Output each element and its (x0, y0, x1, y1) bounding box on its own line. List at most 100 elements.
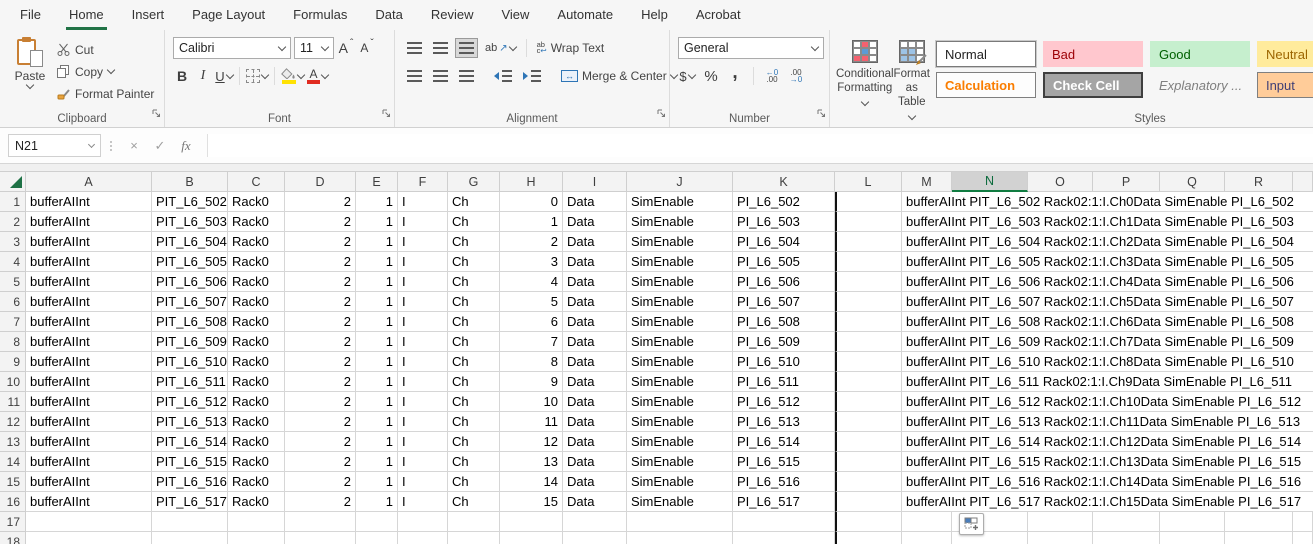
cell-m4[interactable]: bufferAIInt PIT_L6_505 Rack02:1:I.Ch3Dat… (902, 252, 1313, 272)
cancel-icon[interactable]: × (121, 138, 147, 153)
cell-a3[interactable]: bufferAIInt (26, 232, 152, 252)
cell-j6[interactable]: SimEnable (627, 292, 733, 312)
cell-g15[interactable]: Ch (448, 472, 500, 492)
paste-options-icon[interactable] (959, 513, 984, 535)
cell-e14[interactable]: 1 (356, 452, 398, 472)
cell-f5[interactable]: I (398, 272, 448, 292)
cell-g17[interactable] (448, 512, 500, 532)
font-color-button[interactable]: A (307, 66, 330, 86)
cell-a4[interactable]: bufferAIInt (26, 252, 152, 272)
copy-button[interactable]: Copy (54, 62, 157, 81)
cell-j16[interactable]: SimEnable (627, 492, 733, 512)
increase-decimal-button[interactable]: ←0.00 (763, 66, 781, 86)
cell-b11[interactable]: PIT_L6_512 (152, 392, 228, 412)
row-header-3[interactable]: 3 (0, 232, 26, 252)
cell-b9[interactable]: PIT_L6_510 (152, 352, 228, 372)
cell-g2[interactable]: Ch (448, 212, 500, 232)
cell-j10[interactable]: SimEnable (627, 372, 733, 392)
cell-i5[interactable]: Data (563, 272, 627, 292)
cell-c4[interactable]: Rack0 (228, 252, 285, 272)
cell-h1[interactable]: 0 (500, 192, 563, 212)
cell-a6[interactable]: bufferAIInt (26, 292, 152, 312)
cell-i18[interactable] (563, 532, 627, 544)
tab-view[interactable]: View (487, 0, 543, 30)
cell-c9[interactable]: Rack0 (228, 352, 285, 372)
row-header-5[interactable]: 5 (0, 272, 26, 292)
style-bad[interactable]: Bad (1042, 41, 1143, 67)
cell-j13[interactable]: SimEnable (627, 432, 733, 452)
grow-font-button[interactable]: Aˆ (337, 38, 355, 58)
cell-k11[interactable]: PI_L6_512 (733, 392, 835, 412)
cell-h15[interactable]: 14 (500, 472, 563, 492)
cell-e10[interactable]: 1 (356, 372, 398, 392)
cell-a13[interactable]: bufferAIInt (26, 432, 152, 452)
row-header-4[interactable]: 4 (0, 252, 26, 272)
cell-h14[interactable]: 13 (500, 452, 563, 472)
cell-c5[interactable]: Rack0 (228, 272, 285, 292)
cell-l17[interactable] (835, 512, 902, 532)
cell-e11[interactable]: 1 (356, 392, 398, 412)
cell-a2[interactable]: bufferAIInt (26, 212, 152, 232)
tab-home[interactable]: Home (55, 0, 118, 30)
style-normal[interactable]: Normal (935, 41, 1036, 67)
cell-g12[interactable]: Ch (448, 412, 500, 432)
cell-e17[interactable] (356, 512, 398, 532)
cell-l2[interactable] (835, 212, 902, 232)
cell-i7[interactable]: Data (563, 312, 627, 332)
cell-b15[interactable]: PIT_L6_516 (152, 472, 228, 492)
style-neutral[interactable]: Neutral (1256, 41, 1313, 67)
cell-f12[interactable]: I (398, 412, 448, 432)
cell-j9[interactable]: SimEnable (627, 352, 733, 372)
cell-f6[interactable]: I (398, 292, 448, 312)
cell-e6[interactable]: 1 (356, 292, 398, 312)
column-header-i[interactable]: I (563, 172, 627, 192)
cell-d1[interactable]: 2 (285, 192, 356, 212)
cell-b17[interactable] (152, 512, 228, 532)
style-input[interactable]: Input (1256, 72, 1313, 98)
row-header-12[interactable]: 12 (0, 412, 26, 432)
cell-f7[interactable]: I (398, 312, 448, 332)
cell-e16[interactable]: 1 (356, 492, 398, 512)
cell-b14[interactable]: PIT_L6_515 (152, 452, 228, 472)
fill-color-button[interactable] (281, 66, 306, 86)
cell-g14[interactable]: Ch (448, 452, 500, 472)
cell-l7[interactable] (835, 312, 902, 332)
cell-d6[interactable]: 2 (285, 292, 356, 312)
row-header-7[interactable]: 7 (0, 312, 26, 332)
row-header-8[interactable]: 8 (0, 332, 26, 352)
cell-i11[interactable]: Data (563, 392, 627, 412)
enter-icon[interactable]: ✓ (147, 138, 173, 154)
cell-l10[interactable] (835, 372, 902, 392)
cell-f10[interactable]: I (398, 372, 448, 392)
cell-c2[interactable]: Rack0 (228, 212, 285, 232)
column-header-a[interactable]: A (26, 172, 152, 192)
font-size-combobox[interactable]: 11 (294, 37, 334, 59)
cell-g1[interactable]: Ch (448, 192, 500, 212)
name-box[interactable]: N21 (8, 134, 101, 157)
cell-e13[interactable]: 1 (356, 432, 398, 452)
cell-m12[interactable]: bufferAIInt PIT_L6_513 Rack02:1:I.Ch11Da… (902, 412, 1313, 432)
cell-k10[interactable]: PI_L6_511 (733, 372, 835, 392)
cell-c6[interactable]: Rack0 (228, 292, 285, 312)
cell-k1[interactable]: PI_L6_502 (733, 192, 835, 212)
cell-m10[interactable]: bufferAIInt PIT_L6_511 Rack02:1:I.Ch9Dat… (902, 372, 1313, 392)
cell-l12[interactable] (835, 412, 902, 432)
cell-g3[interactable]: Ch (448, 232, 500, 252)
cell-l11[interactable] (835, 392, 902, 412)
cell-i17[interactable] (563, 512, 627, 532)
cell-h8[interactable]: 7 (500, 332, 563, 352)
cell-m8[interactable]: bufferAIInt PIT_L6_509 Rack02:1:I.Ch7Dat… (902, 332, 1313, 352)
cell-e1[interactable]: 1 (356, 192, 398, 212)
cell-d7[interactable]: 2 (285, 312, 356, 332)
column-header-k[interactable]: K (733, 172, 835, 192)
column-header-e[interactable]: E (356, 172, 398, 192)
cell-h5[interactable]: 4 (500, 272, 563, 292)
cell-g13[interactable]: Ch (448, 432, 500, 452)
cell-l5[interactable] (835, 272, 902, 292)
cell-a15[interactable]: bufferAIInt (26, 472, 152, 492)
cell-d11[interactable]: 2 (285, 392, 356, 412)
cell-j17[interactable] (627, 512, 733, 532)
cell-d17[interactable] (285, 512, 356, 532)
cell-d14[interactable]: 2 (285, 452, 356, 472)
cell-k9[interactable]: PI_L6_510 (733, 352, 835, 372)
